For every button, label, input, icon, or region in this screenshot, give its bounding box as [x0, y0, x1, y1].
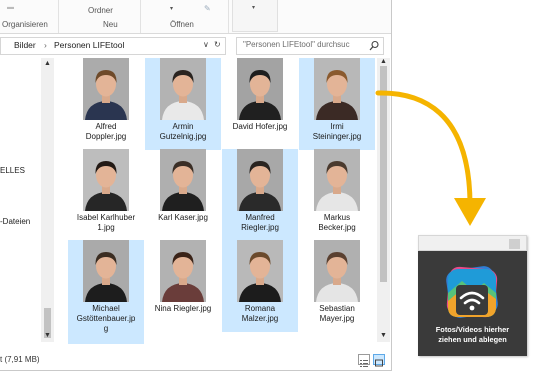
drag-arrow-line	[375, 90, 473, 208]
drop-zone-text-line2: ziehen und ablegen	[438, 335, 507, 344]
close-icon[interactable]	[509, 239, 520, 249]
drop-zone-text-line1: Fotos/Videos hierher	[435, 325, 510, 334]
drop-zone-titlebar	[418, 235, 527, 251]
photo-wifi-icon	[442, 263, 502, 328]
drag-arrow-head	[454, 198, 486, 226]
photo-transfer-drop-zone[interactable]: Fotos/Videos hierher ziehen und ablegen	[418, 235, 527, 356]
drop-zone-instructions: Fotos/Videos hierher ziehen und ablegen	[420, 325, 525, 345]
